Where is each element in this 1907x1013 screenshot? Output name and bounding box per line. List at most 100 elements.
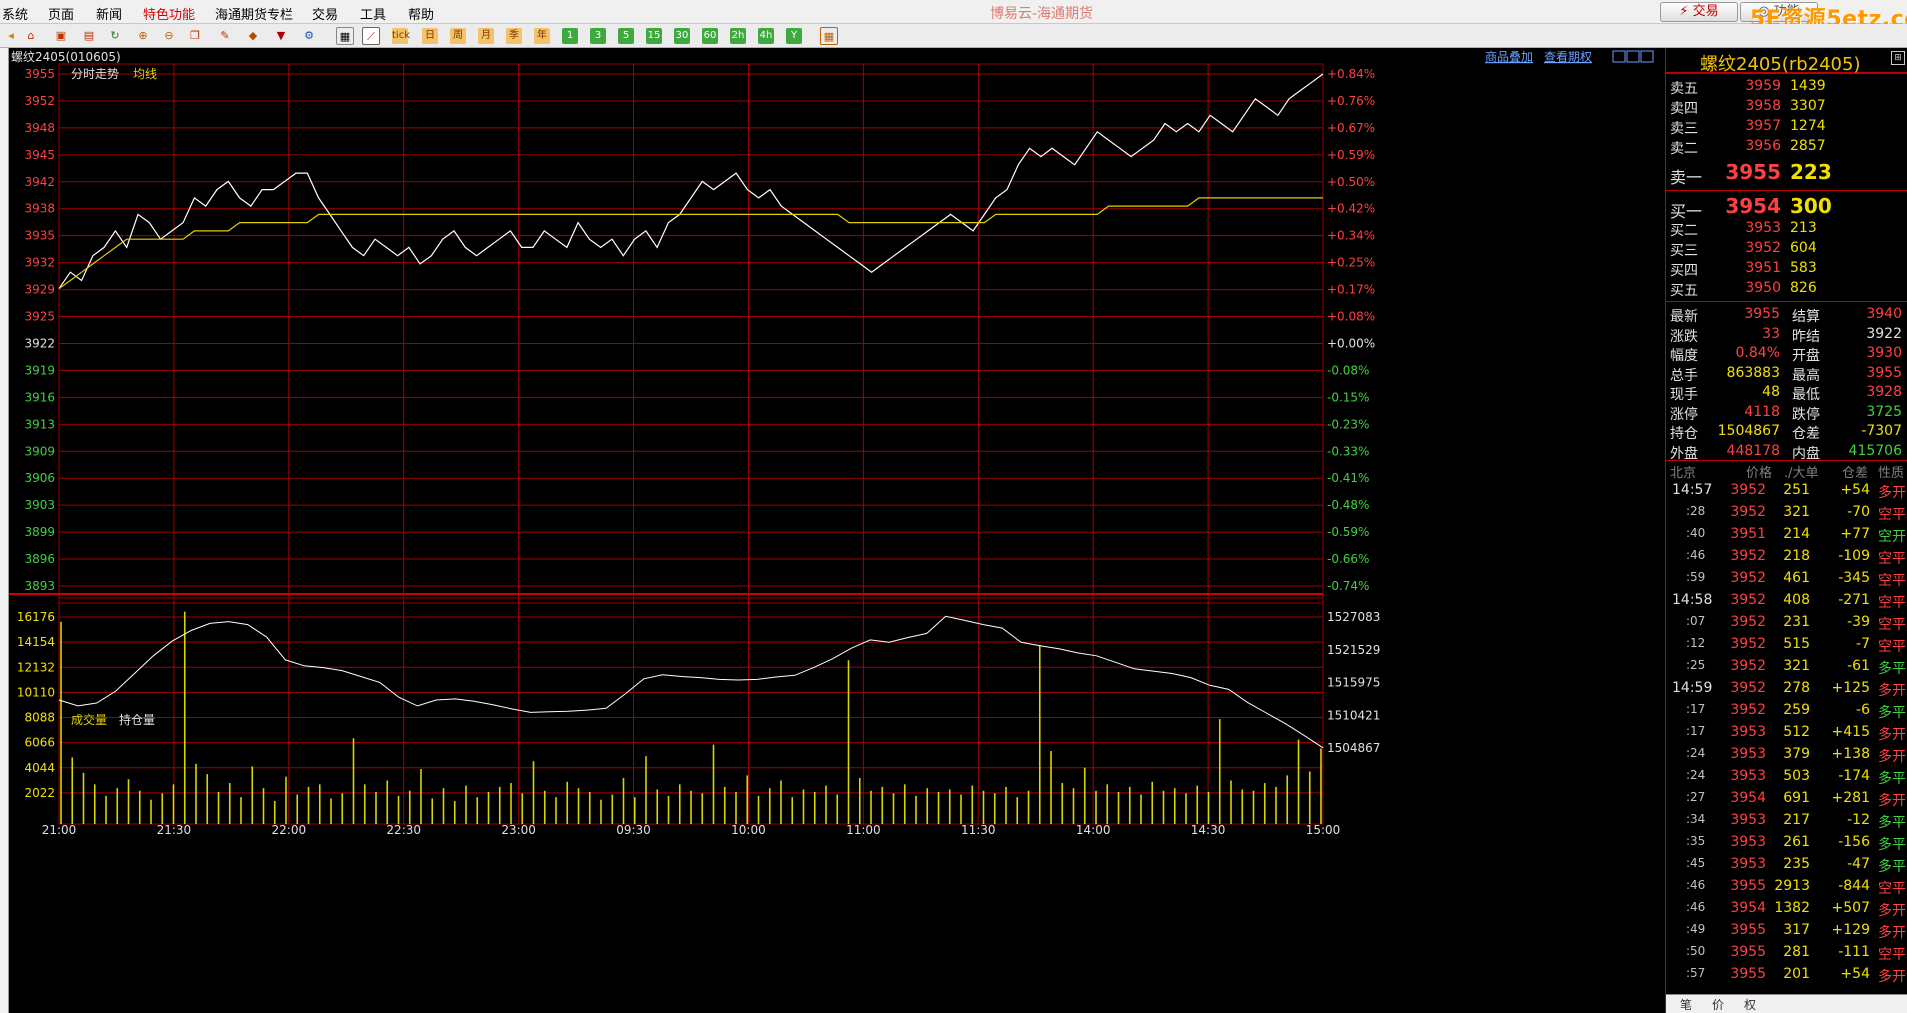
tick-row[interactable]: :35 3953 261 -156 多平 [1666,834,1907,856]
period-4h[interactable]: 4h [758,28,774,44]
menu-system[interactable]: 系统 [2,4,28,23]
period-15min[interactable]: 15 [646,28,662,44]
menu-help[interactable]: 帮助 [408,4,434,23]
tick-row[interactable]: :40 3951 214 +77 空开 [1666,526,1907,548]
settings-icon[interactable]: ⚙ [300,27,318,45]
pen-icon[interactable]: ✎ [216,27,234,45]
time-tick-label: 10:00 [731,823,766,837]
bid-row-1: 买一 3954 300 [1670,194,1832,221]
menu-page[interactable]: 页面 [48,4,74,23]
tick-row[interactable]: :46 3952 218 -109 空平 [1666,548,1907,570]
oi-tick-label: 1504867 [1327,741,1380,755]
intraday-chart-icon[interactable]: ⟋ [362,27,380,45]
price-tick-label: 3945 [24,148,55,162]
price-tick-label: 3948 [24,121,55,135]
refresh-icon[interactable]: ↻ [106,27,124,45]
panel-expand-icon[interactable]: ⊞ [1891,51,1905,65]
price-tick-label: 3925 [24,310,55,324]
pct-tick-label: +0.76% [1327,94,1375,108]
tick-row[interactable]: :46 3954 1382 +507 多开 [1666,900,1907,922]
volume-tick-label: 10110 [17,685,55,699]
window-icon[interactable]: ❐ [186,27,204,45]
tick-row[interactable]: :24 3953 503 -174 多平 [1666,768,1907,790]
eraser-icon[interactable]: ◆ [244,27,262,45]
menu-features[interactable]: 特色功能 [143,4,195,23]
intraday-chart[interactable]: 3955 +0.84% 3952 +0.76% 3948 +0.67% 3945 +0.59%… [9,48,1665,1013]
tick-row[interactable]: :27 3954 691 +281 多开 [1666,790,1907,812]
tick-row[interactable]: :59 3952 461 -345 空平 [1666,570,1907,592]
bid-row-3: 买三 3952 604 [1670,240,1817,259]
view-options-link[interactable]: 查看期权 [1544,50,1592,64]
price-tick-label: 3929 [24,283,55,297]
oi-tick-label: 1521529 [1327,643,1380,657]
period-custom[interactable]: Y [786,28,802,44]
period-5min[interactable]: 5 [618,28,634,44]
book-icon[interactable]: ▤ [80,27,98,45]
tick-row[interactable]: 14:58 3952 408 -271 空平 [1666,592,1907,614]
tv-icon[interactable]: ▣ [52,27,70,45]
tab-ticks[interactable]: 笔 [1680,996,1692,1013]
quote-row: 涨跌 33 昨结 3922 [1670,325,1902,345]
zoom-in-icon[interactable]: ⊕ [134,27,152,45]
calculator-icon[interactable]: ▦ [820,27,838,45]
period-30min[interactable]: 30 [674,28,690,44]
table-icon[interactable]: ▦ [336,27,354,45]
tick-row[interactable]: :07 3952 231 -39 空平 [1666,614,1907,636]
volume-tick-label: 14154 [17,635,55,649]
tick-row[interactable]: :25 3952 321 -61 多平 [1666,658,1907,680]
period-year[interactable]: 年 [534,28,550,44]
time-tick-label: 11:30 [961,823,996,837]
bid-row-2: 买二 3953 213 [1670,220,1817,239]
quote-row: 涨停 4118 跌停 3725 [1670,403,1902,423]
price-tick-label: 3893 [24,579,55,593]
price-legend: 分时走势 [71,67,119,81]
period-week[interactable]: 周 [450,28,466,44]
left-side-strip[interactable] [0,48,9,1013]
menu-trade[interactable]: 交易 [312,4,338,23]
tick-row[interactable]: :24 3953 379 +138 多开 [1666,746,1907,768]
period-1min[interactable]: 1 [562,28,578,44]
quote-row: 总手 863883 最高 3955 [1670,364,1902,384]
tick-row[interactable]: :12 3952 515 -7 空平 [1666,636,1907,658]
bid-row-4: 买四 3951 583 [1670,260,1817,279]
period-60min[interactable]: 60 [702,28,718,44]
menu-news[interactable]: 新闻 [96,4,122,23]
tick-row[interactable]: :28 3952 321 -70 空平 [1666,504,1907,526]
tick-row[interactable]: :50 3955 281 -111 空平 [1666,944,1907,966]
price-tick-label: 3916 [24,390,55,404]
tick-row[interactable]: :34 3953 217 -12 多平 [1666,812,1907,834]
commodity-overlay-link[interactable]: 商品叠加 [1485,49,1533,64]
menu-tools[interactable]: 工具 [360,4,386,23]
time-tick-label: 23:00 [501,823,536,837]
period-quarter[interactable]: 季 [506,28,522,44]
app-title: 博易云-海通期货 [990,6,1094,22]
tab-price[interactable]: 价 [1712,996,1724,1013]
tick-row[interactable]: :46 3955 2913 -844 空平 [1666,878,1907,900]
tick-row[interactable]: 14:57 3952 251 +54 多开 [1666,482,1907,504]
menu-bar: 系统 页面 新闻 特色功能 海通期货专栏 交易 工具 帮助 博易云-海通期货 ⚡… [0,0,1907,32]
price-tick-label: 3952 [24,94,55,108]
filter-icon[interactable]: ▼ [272,27,290,45]
period-tick[interactable]: tick [392,28,410,44]
period-3min[interactable]: 3 [590,28,606,44]
time-tick-label: 11:00 [846,823,881,837]
home-icon[interactable]: ⌂ [22,27,40,45]
trade-button[interactable]: ⚡ 交易 [1660,2,1738,22]
oi-tick-label: 1510421 [1327,708,1380,722]
period-day[interactable]: 日 [422,28,438,44]
quote-row: 幅度 0.84% 开盘 3930 [1670,345,1902,364]
back-icon[interactable]: ◂ [2,27,20,45]
tick-row[interactable]: 14:59 3952 278 +125 多开 [1666,680,1907,702]
zoom-out-icon[interactable]: ⊖ [160,27,178,45]
tick-row[interactable]: :45 3953 235 -47 多平 [1666,856,1907,878]
tick-row[interactable]: :17 3952 259 -6 多平 [1666,702,1907,724]
volume-legend: 成交量 [71,712,107,727]
pct-tick-label: +0.42% [1327,202,1375,216]
period-2h[interactable]: 2h [730,28,746,44]
tab-rights[interactable]: 权 [1744,996,1756,1013]
tick-row[interactable]: :57 3955 201 +54 多开 [1666,966,1907,988]
tick-row[interactable]: :17 3953 512 +415 多开 [1666,724,1907,746]
period-month[interactable]: 月 [478,28,494,44]
tick-row[interactable]: :49 3955 317 +129 多开 [1666,922,1907,944]
menu-haitong-column[interactable]: 海通期货专栏 [215,4,293,23]
